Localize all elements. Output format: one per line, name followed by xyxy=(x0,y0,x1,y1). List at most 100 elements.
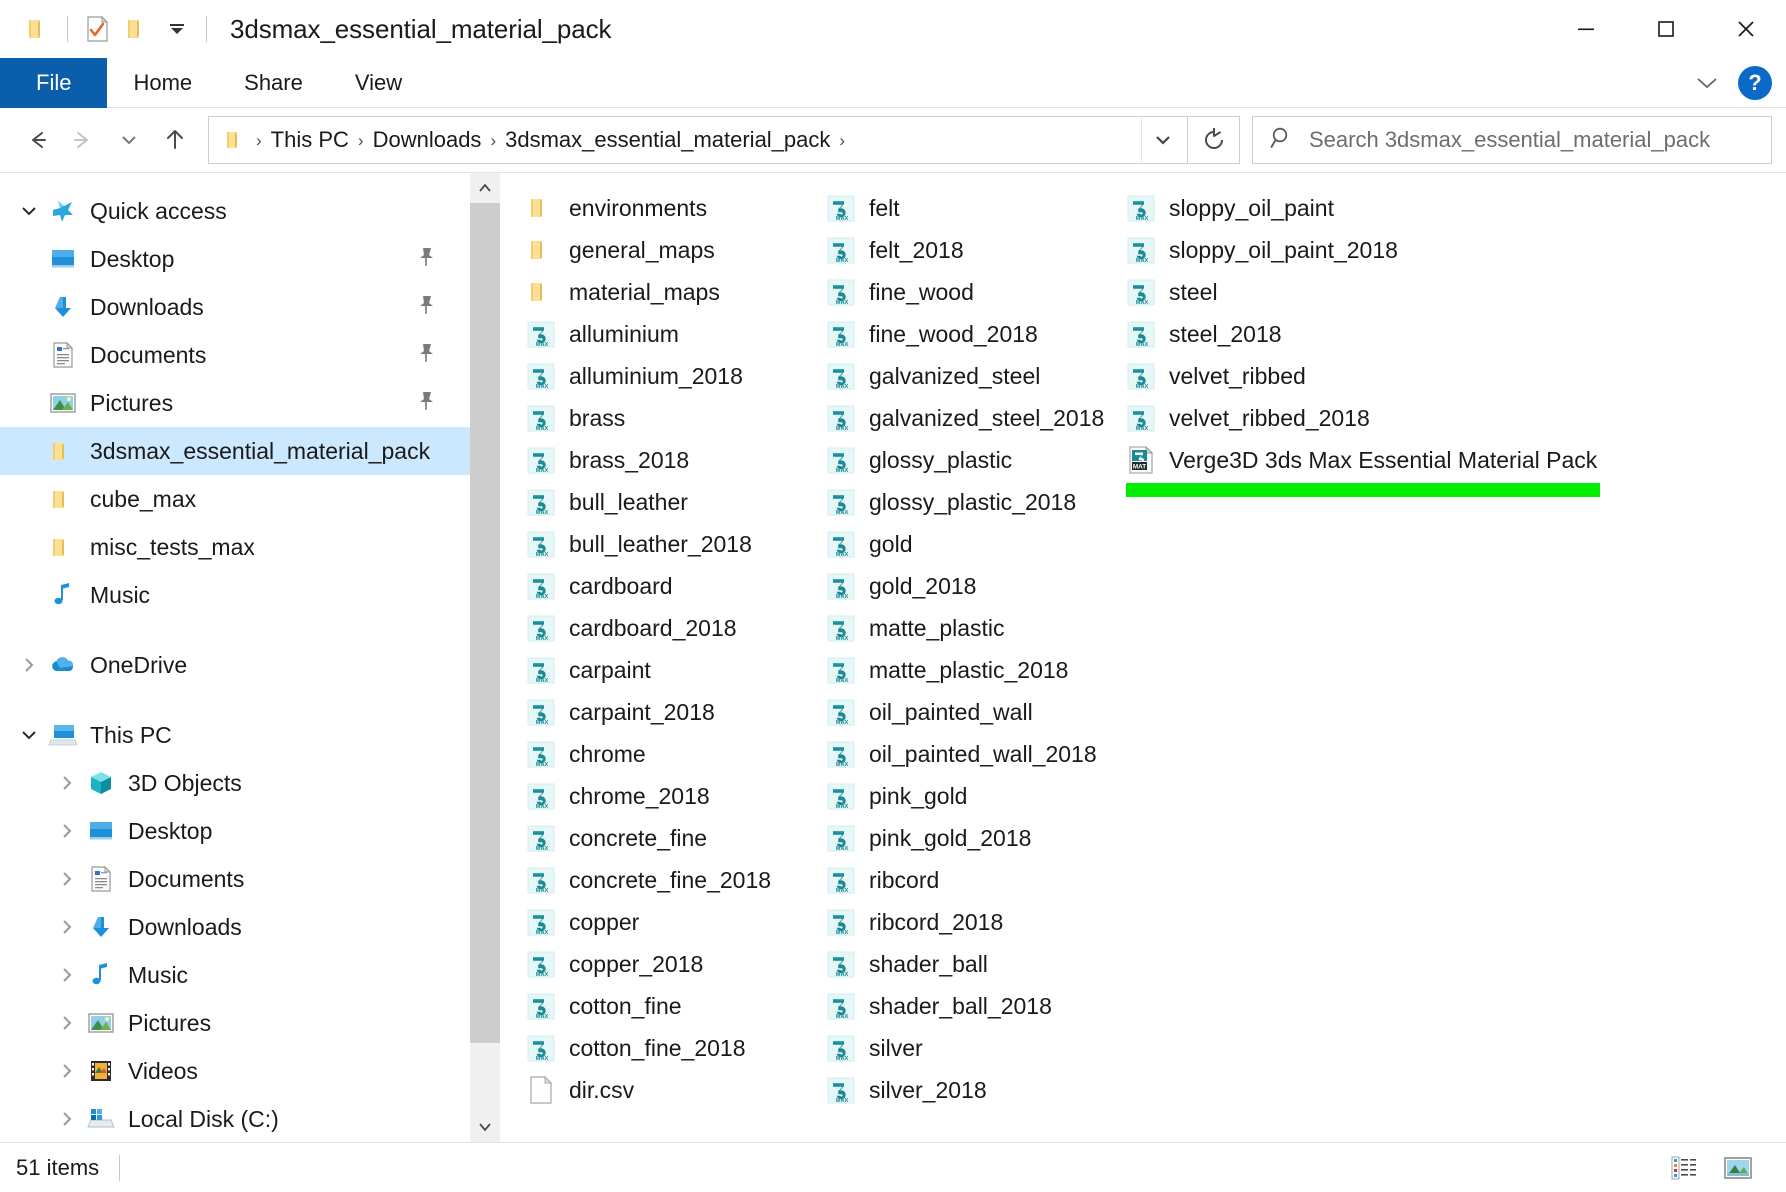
back-button[interactable] xyxy=(14,117,60,163)
file-list-item[interactable]: MAX matte_plastic xyxy=(822,607,1122,649)
file-list-item[interactable]: MAX fine_wood_2018 xyxy=(822,313,1122,355)
maximize-button[interactable] xyxy=(1626,0,1706,58)
file-list-item[interactable]: MAX gold_2018 xyxy=(822,565,1122,607)
file-list-item[interactable]: MAX carpaint_2018 xyxy=(522,691,822,733)
address-bar[interactable]: › This PC › Downloads › 3dsmax_essential… xyxy=(208,116,1188,164)
file-list-item[interactable]: MAX concrete_fine xyxy=(522,817,822,859)
file-list-item[interactable]: MAX copper_2018 xyxy=(522,943,822,985)
properties-icon[interactable] xyxy=(77,9,117,49)
sidebar-item-misc-tests-max[interactable]: misc_tests_max xyxy=(0,523,470,571)
chevron-right-icon[interactable] xyxy=(48,908,86,946)
breadcrumb-current-folder[interactable]: 3dsmax_essential_material_pack xyxy=(499,127,836,153)
sidebar-group-quick-access[interactable]: Quick access xyxy=(0,187,470,235)
refresh-button[interactable] xyxy=(1188,116,1240,164)
scroll-down-button[interactable] xyxy=(470,1112,500,1142)
sidebar-item-3d-objects[interactable]: 3D Objects xyxy=(0,759,470,807)
file-list-item[interactable]: MAX alluminium xyxy=(522,313,822,355)
file-list-item[interactable]: MAX chrome xyxy=(522,733,822,775)
file-list-item[interactable]: MAX oil_painted_wall xyxy=(822,691,1122,733)
sidebar-item-music[interactable]: Music xyxy=(0,571,470,619)
file-list-item[interactable]: MAX velvet_ribbed xyxy=(1122,355,1642,397)
file-list-item[interactable]: MAX steel_2018 xyxy=(1122,313,1642,355)
chevron-right-icon[interactable] xyxy=(10,646,48,684)
tab-file[interactable]: File xyxy=(0,58,108,108)
pin-icon[interactable] xyxy=(416,294,436,321)
file-list-item[interactable]: MAX glossy_plastic xyxy=(822,439,1122,481)
file-list-item[interactable]: MAX galvanized_steel_2018 xyxy=(822,397,1122,439)
recent-locations-button[interactable] xyxy=(106,117,152,163)
search-box[interactable]: Search 3dsmax_essential_material_pack xyxy=(1252,116,1772,164)
file-list-item[interactable]: general_maps xyxy=(522,229,822,271)
file-list-item[interactable]: MAX cotton_fine xyxy=(522,985,822,1027)
chevron-right-icon[interactable] xyxy=(48,764,86,802)
sidebar-item-pictures[interactable]: Pictures xyxy=(0,379,470,427)
scrollbar-thumb[interactable] xyxy=(470,203,500,1043)
minimize-button[interactable] xyxy=(1546,0,1626,58)
file-list-item[interactable]: MAX velvet_ribbed_2018 xyxy=(1122,397,1642,439)
close-button[interactable] xyxy=(1706,0,1786,58)
breadcrumb-separator[interactable]: › xyxy=(253,132,265,149)
chevron-down-icon[interactable] xyxy=(1690,66,1724,100)
file-list-item[interactable]: MAX sloppy_oil_paint_2018 xyxy=(1122,229,1642,271)
sidebar-item-videos[interactable]: Videos xyxy=(0,1047,470,1095)
sidebar-item-3dsmax-essential-material-pack[interactable]: 3dsmax_essential_material_pack xyxy=(0,427,470,475)
breadcrumb-separator[interactable]: › xyxy=(836,132,848,149)
breadcrumb-this-pc[interactable]: This PC xyxy=(265,127,355,153)
chevron-right-icon[interactable] xyxy=(48,1004,86,1042)
chevron-right-icon[interactable] xyxy=(48,1100,86,1138)
file-list-item[interactable]: MAX glossy_plastic_2018 xyxy=(822,481,1122,523)
file-list-item[interactable]: MAX brass_2018 xyxy=(522,439,822,481)
file-list-item[interactable]: MAX ribcord xyxy=(822,859,1122,901)
file-list-item[interactable]: MAX shader_ball_2018 xyxy=(822,985,1122,1027)
chevron-right-icon[interactable] xyxy=(48,860,86,898)
file-list-item[interactable]: MAX matte_plastic_2018 xyxy=(822,649,1122,691)
sidebar-group-this-pc[interactable]: This PC xyxy=(0,711,470,759)
file-list-item[interactable]: MAX carpaint xyxy=(522,649,822,691)
search-input[interactable]: Search 3dsmax_essential_material_pack xyxy=(1309,127,1710,153)
forward-button[interactable] xyxy=(60,117,106,163)
new-folder-icon[interactable] xyxy=(117,9,157,49)
file-list-item[interactable]: MAX pink_gold_2018 xyxy=(822,817,1122,859)
file-list-item[interactable]: MAX chrome_2018 xyxy=(522,775,822,817)
help-button[interactable]: ? xyxy=(1738,66,1772,100)
file-list-item[interactable]: MAX steel xyxy=(1122,271,1642,313)
large-icons-view-button[interactable] xyxy=(1720,1150,1756,1186)
up-button[interactable] xyxy=(152,117,198,163)
file-list-item[interactable]: MAX sloppy_oil_paint xyxy=(1122,187,1642,229)
sidebar-item-desktop-pc[interactable]: Desktop xyxy=(0,807,470,855)
file-list-item[interactable]: MAX concrete_fine_2018 xyxy=(522,859,822,901)
breadcrumb-separator[interactable]: › xyxy=(355,132,367,149)
file-list-item[interactable]: dir.csv xyxy=(522,1069,822,1111)
file-list-item[interactable]: MAT Verge3D 3ds Max Essential Material P… xyxy=(1122,439,1642,481)
vertical-scrollbar[interactable] xyxy=(470,173,500,1142)
sidebar-item-downloads-pc[interactable]: Downloads xyxy=(0,903,470,951)
file-list-item[interactable]: MAX copper xyxy=(522,901,822,943)
sidebar-item-documents-pc[interactable]: Documents xyxy=(0,855,470,903)
file-list-item[interactable]: MAX felt_2018 xyxy=(822,229,1122,271)
sidebar-item-downloads[interactable]: Downloads xyxy=(0,283,470,331)
file-list-item[interactable]: MAX gold xyxy=(822,523,1122,565)
sidebar-item-cube-max[interactable]: cube_max xyxy=(0,475,470,523)
sidebar-item-music-pc[interactable]: Music xyxy=(0,951,470,999)
sidebar-item-documents[interactable]: Documents xyxy=(0,331,470,379)
breadcrumb-separator[interactable]: › xyxy=(487,132,499,149)
sidebar-item-pictures-pc[interactable]: Pictures xyxy=(0,999,470,1047)
file-list-item[interactable]: MAX pink_gold xyxy=(822,775,1122,817)
folder-icon[interactable] xyxy=(18,9,58,49)
customize-dropdown-icon[interactable] xyxy=(157,9,197,49)
chevron-right-icon[interactable] xyxy=(48,812,86,850)
pin-icon[interactable] xyxy=(416,246,436,273)
file-list-item[interactable]: MAX oil_painted_wall_2018 xyxy=(822,733,1122,775)
file-list-item[interactable]: MAX ribcord_2018 xyxy=(822,901,1122,943)
chevron-down-icon[interactable] xyxy=(10,192,48,230)
sidebar-item-local-disk-c[interactable]: Local Disk (C:) xyxy=(0,1095,470,1142)
chevron-right-icon[interactable] xyxy=(48,956,86,994)
chevron-down-icon[interactable] xyxy=(10,716,48,754)
file-list-item[interactable]: MAX cotton_fine_2018 xyxy=(522,1027,822,1069)
scrollbar-track[interactable] xyxy=(470,1043,500,1112)
file-list-item[interactable]: material_maps xyxy=(522,271,822,313)
sidebar-group-onedrive[interactable]: OneDrive xyxy=(0,641,470,689)
address-dropdown-icon[interactable] xyxy=(1141,118,1183,162)
chevron-right-icon[interactable] xyxy=(48,1052,86,1090)
file-list-item[interactable]: MAX shader_ball xyxy=(822,943,1122,985)
